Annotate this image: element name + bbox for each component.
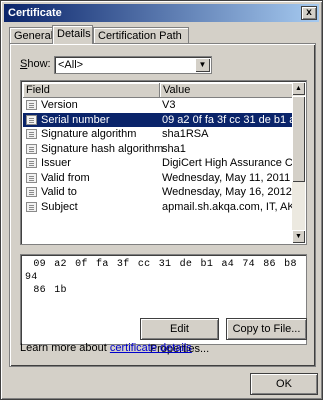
scroll-down-arrow-icon[interactable]: ▼ — [292, 230, 305, 243]
row-value: Wednesday, May 16, 2012 5:... — [162, 186, 292, 198]
table-row[interactable]: Signature algorithm sha1RSA — [23, 127, 293, 142]
show-select[interactable]: <All> ▼ — [54, 56, 212, 74]
tab-general[interactable]: General — [9, 27, 53, 43]
table-row[interactable]: Subject apmail.sh.akqa.com, IT, AKQA... — [23, 200, 293, 215]
row-value: sha1RSA — [162, 128, 209, 140]
field-rows: Version V3 Serial number 09 a2 0f fa 3f … — [23, 98, 293, 214]
certificate-field-icon — [26, 114, 37, 125]
row-value: 09 a2 0f fa 3f cc 31 de b1 a4 ... — [162, 113, 292, 126]
window-title: Certificate — [8, 7, 62, 19]
row-field: Valid to — [41, 186, 77, 198]
chevron-down-icon[interactable]: ▼ — [195, 58, 210, 72]
row-field: Signature hash algorithm — [41, 142, 164, 155]
table-row[interactable]: Serial number 09 a2 0f fa 3f cc 31 de b1… — [23, 112, 293, 127]
certificate-dialog: Certificate x General Details Certificat… — [0, 0, 323, 400]
column-header-value[interactable]: Value — [160, 83, 293, 98]
certificate-details-link[interactable]: certificate details — [110, 342, 192, 354]
row-field: Subject — [41, 200, 78, 213]
table-row[interactable]: Version V3 — [23, 98, 293, 113]
tab-certification-path[interactable]: Certification Path — [93, 27, 189, 43]
certificate-field-icon — [26, 187, 37, 197]
learn-more-text: Learn more about certificate details — [20, 342, 192, 355]
edit-properties-button[interactable]: Edit Properties... — [140, 318, 219, 355]
row-field: Issuer — [41, 157, 71, 169]
learn-more-prefix: Learn more about — [20, 342, 110, 354]
row-value: sha1 — [162, 142, 186, 155]
tab-details[interactable]: Details — [52, 25, 93, 44]
title-bar[interactable]: Certificate x — [4, 4, 319, 22]
certificate-field-icon — [26, 201, 37, 212]
certificate-field-icon — [26, 158, 37, 168]
row-field: Version — [41, 99, 78, 111]
certificate-field-icon — [26, 172, 37, 183]
row-field: Valid from — [41, 171, 90, 184]
row-field: Signature algorithm — [41, 128, 137, 140]
ok-button[interactable]: OK — [250, 373, 318, 395]
row-value: apmail.sh.akqa.com, IT, AKQA... — [162, 200, 292, 213]
close-button[interactable]: x — [301, 6, 317, 20]
field-list[interactable]: Field Value Version V3 Serial number 09 … — [20, 80, 307, 245]
scrollbar-thumb[interactable] — [292, 96, 305, 182]
row-value: DigiCert High Assurance CA-3,... — [162, 157, 292, 169]
certificate-field-icon — [26, 143, 37, 154]
column-header-field[interactable]: Field — [23, 83, 160, 98]
table-row[interactable]: Signature hash algorithm sha1 — [23, 142, 293, 157]
list-header: Field Value — [23, 83, 293, 98]
row-value: V3 — [162, 99, 176, 111]
row-field: Serial number — [41, 113, 110, 126]
row-value: Wednesday, May 11, 2011 5:... — [162, 171, 292, 184]
table-row[interactable]: Valid from Wednesday, May 11, 2011 5:... — [23, 171, 293, 186]
show-select-value: <All> — [58, 59, 84, 71]
copy-to-file-button[interactable]: Copy to File... — [226, 318, 307, 340]
details-panel: Show: <All> ▼ Field Value Version V3 Ser… — [9, 43, 316, 367]
table-row[interactable]: Issuer DigiCert High Assurance CA-3,... — [23, 156, 293, 171]
table-row[interactable]: Valid to Wednesday, May 16, 2012 5:... — [23, 185, 293, 200]
scroll-up-arrow-icon[interactable]: ▲ — [292, 82, 305, 95]
show-label: Show: — [20, 58, 51, 70]
vertical-scrollbar[interactable]: ▲ ▼ — [292, 82, 305, 243]
certificate-field-icon — [26, 129, 37, 139]
certificate-field-icon — [26, 100, 37, 110]
